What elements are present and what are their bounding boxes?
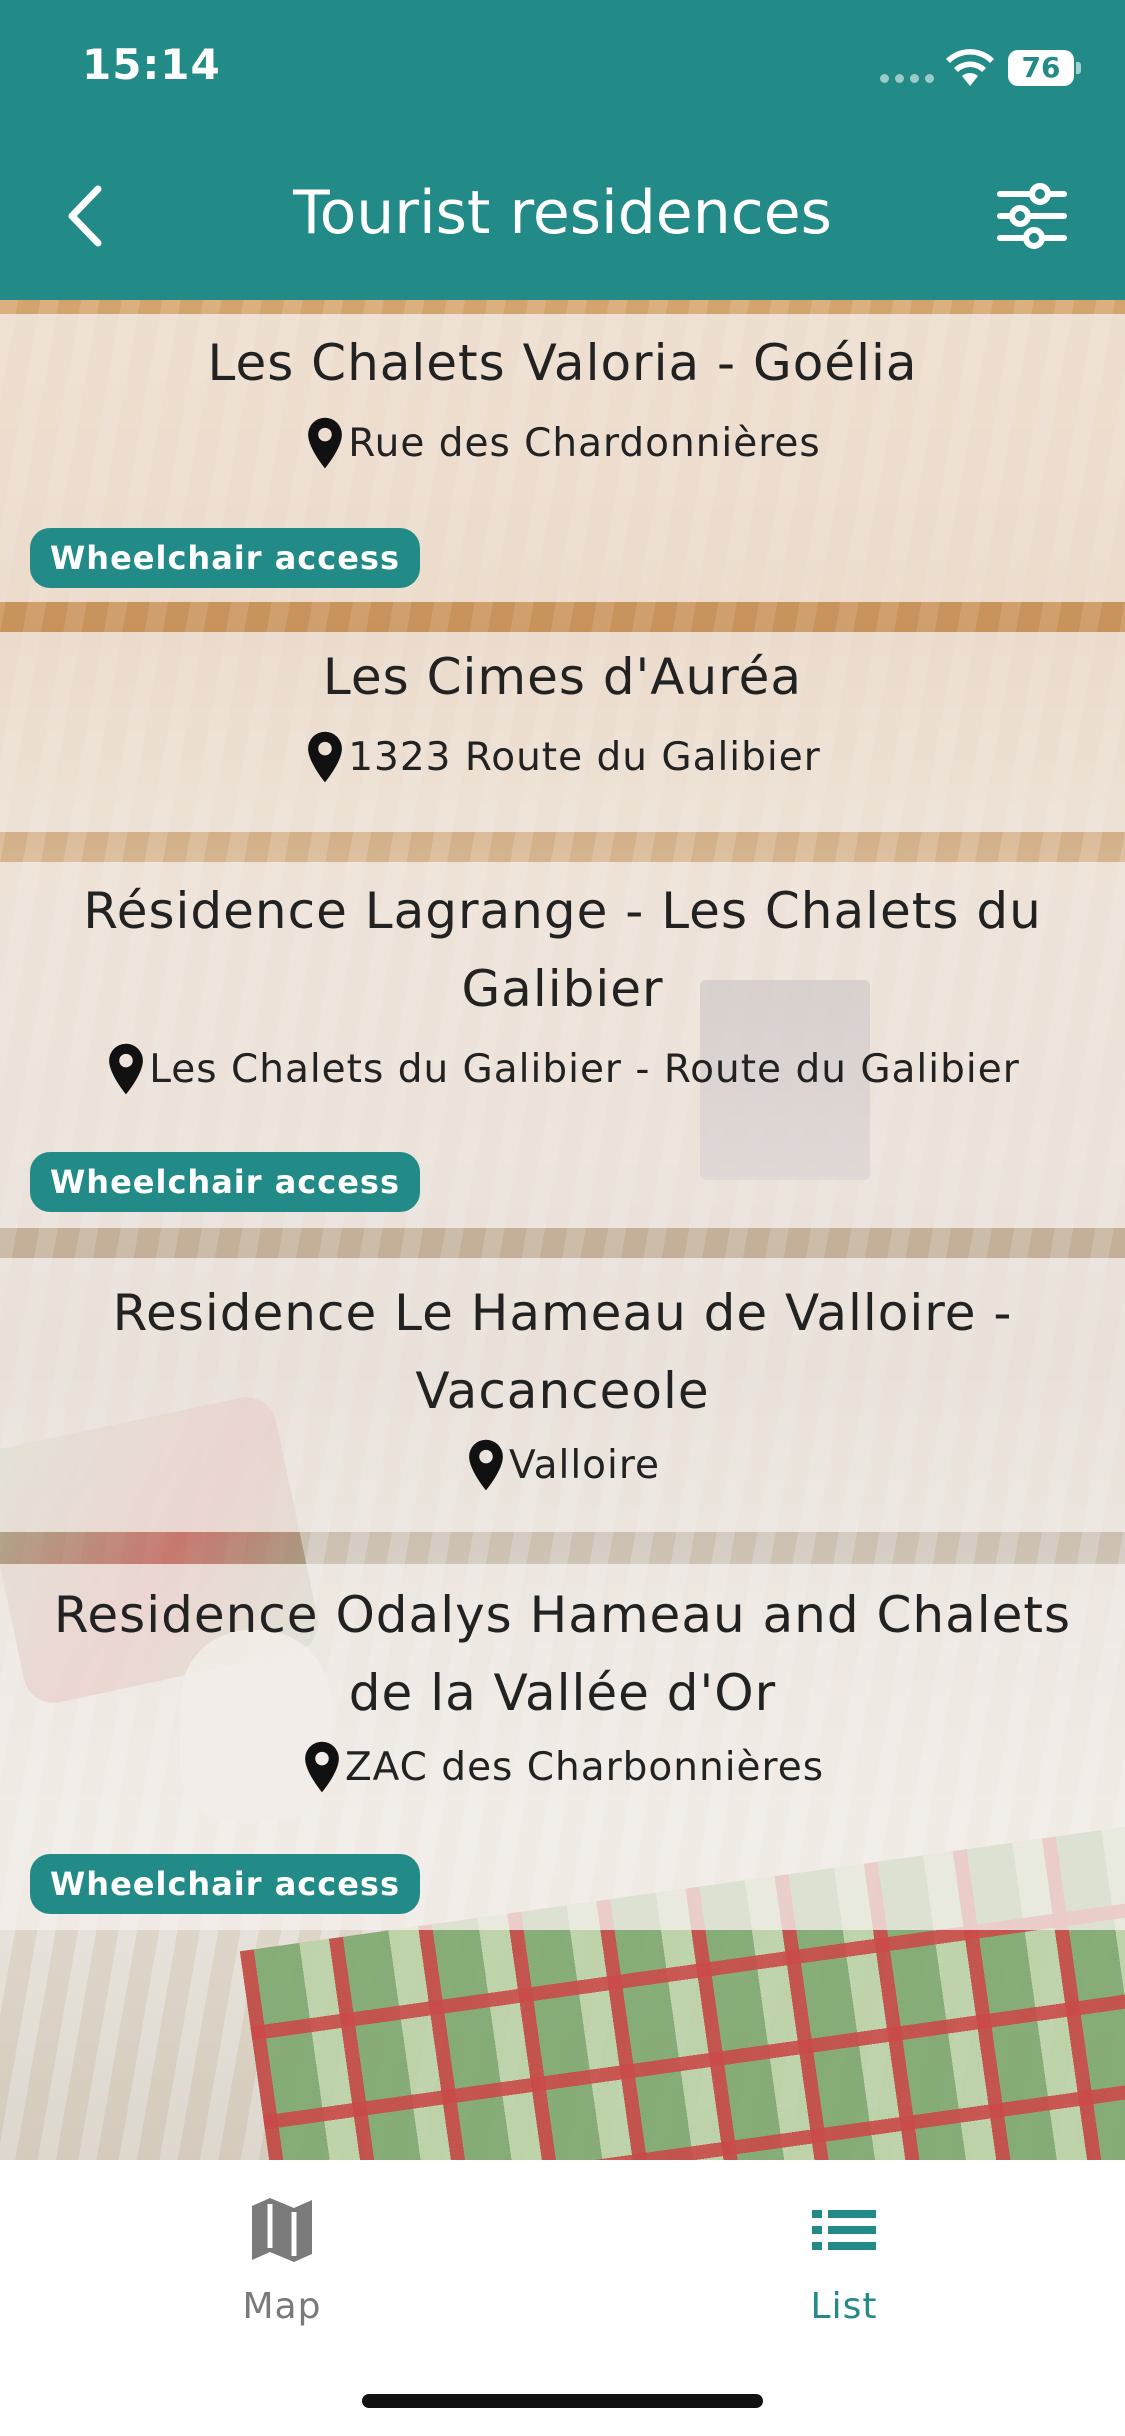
- tab-list[interactable]: List: [694, 2190, 994, 2327]
- address-text: Valloire: [508, 1442, 661, 1488]
- location-pin-icon: [308, 417, 343, 469]
- residence-name: Les Chalets Valoria - Goélia: [207, 334, 918, 392]
- battery-indicator: 76: [1008, 50, 1074, 86]
- residence-address: Les Chalets du Galibier - Route du Galib…: [0, 1042, 1125, 1096]
- residence-card[interactable]: Residence Le Hameau de Valloire - Vacanc…: [0, 1258, 1125, 1532]
- cellular-signal-icon: [880, 74, 934, 83]
- location-pin-icon: [109, 1043, 144, 1095]
- residence-address: Valloire: [0, 1438, 1125, 1492]
- map-icon: [252, 2198, 312, 2262]
- tab-map-label: Map: [242, 2286, 322, 2327]
- residence-card[interactable]: Résidence Lagrange - Les Chalets du Gali…: [0, 862, 1125, 1228]
- location-pin-icon: [308, 731, 343, 783]
- status-time: 15:14: [82, 40, 221, 89]
- residence-address: ZAC des Charbonnières: [0, 1740, 1125, 1794]
- list-icon: [812, 2210, 876, 2250]
- sliders-icon: [997, 183, 1067, 249]
- address-text: Rue des Chardonnières: [348, 420, 821, 466]
- residence-address: Rue des Chardonnières: [0, 416, 1125, 470]
- location-pin-icon: [305, 1741, 339, 1793]
- wifi-icon: [946, 49, 994, 86]
- page-title: Tourist residences: [293, 178, 832, 248]
- residence-card[interactable]: Les Chalets Valoria - Goélia Rue des Cha…: [0, 314, 1125, 602]
- filter-button[interactable]: [994, 180, 1070, 252]
- residence-name: Les Cimes d'Auréa: [322, 648, 803, 706]
- tab-map[interactable]: Map: [132, 2190, 432, 2327]
- residence-name: Residence Odalys Hameau and Chalets de l…: [53, 1586, 1072, 1722]
- wheelchair-access-badge: Wheelchair access: [30, 528, 421, 588]
- home-indicator: [362, 2394, 763, 2408]
- location-pin-icon: [469, 1439, 503, 1491]
- battery-tip: [1076, 62, 1081, 74]
- address-text: ZAC des Charbonnières: [344, 1744, 825, 1790]
- residence-name: Résidence Lagrange - Les Chalets du Gali…: [83, 882, 1042, 1018]
- residence-name: Residence Le Hameau de Valloire - Vacanc…: [112, 1284, 1013, 1420]
- residence-card[interactable]: Residence Odalys Hameau and Chalets de l…: [0, 1564, 1125, 1930]
- address-text: 1323 Route du Galibier: [348, 734, 821, 780]
- residence-card[interactable]: Les Cimes d'Auréa 1323 Route du Galibier: [0, 632, 1125, 832]
- address-text: Les Chalets du Galibier - Route du Galib…: [149, 1046, 1020, 1092]
- wheelchair-access-badge: Wheelchair access: [30, 1854, 421, 1914]
- residence-address: 1323 Route du Galibier: [0, 730, 1125, 784]
- tab-list-label: List: [810, 2286, 878, 2327]
- app-header: 15:14 76 Tourist residences: [0, 0, 1125, 300]
- wheelchair-access-badge: Wheelchair access: [30, 1152, 421, 1212]
